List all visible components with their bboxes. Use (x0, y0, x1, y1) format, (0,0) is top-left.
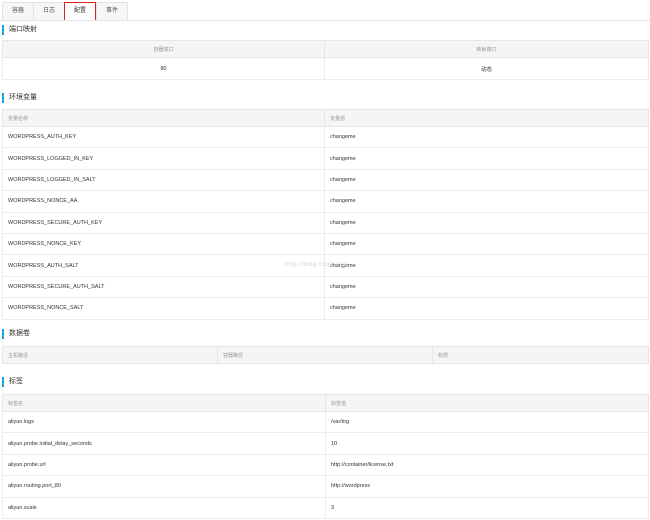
env-table: 变量名称 变量值 WORDPRESS_AUTH_KEY changeme WORDP… (2, 109, 649, 320)
table-cell-value: changeme (324, 297, 649, 320)
table-cell-name: aliyun.logs (2, 410, 326, 434)
table-cell-value: http://wordpress (325, 475, 649, 498)
tab-containers[interactable]: 容器 (2, 2, 34, 21)
table-row: WORDPRESS_NONCE_AA changeme (2, 190, 649, 213)
table-row: aliyun.scale 3 (2, 496, 649, 519)
tab-config[interactable]: 配置 (64, 2, 97, 21)
volumes-table: 主机路径 容器路径 权限 (2, 346, 649, 364)
table-cell-name: aliyun.probe.initial_delay_seconds (2, 432, 326, 455)
table-row: aliyun.logs/var/log (2, 410, 649, 434)
section-title-ports: 端口映射 (2, 25, 37, 35)
table-row: WORDPRESS_NONCE_KEY changeme (2, 232, 649, 256)
table-cell-name: aliyun.scale (2, 496, 326, 519)
table-cell: 80 (2, 57, 325, 80)
table-row: WORDPRESS_LOGGED_IN_SALT changeme (2, 168, 649, 192)
table-cell-value: /var/log (325, 410, 649, 434)
table-cell-value: changeme (324, 190, 649, 213)
tab-events[interactable]: 事件 (96, 2, 129, 21)
table-cell-value: http://container/license.txt (325, 453, 649, 477)
table-cell-value: changeme (324, 125, 649, 149)
table-cell-name: WORDPRESS_NONCE_SALT (2, 297, 325, 320)
table-cell-value: changeme (324, 254, 649, 277)
table-cell-name: WORDPRESS_SECURE_AUTH_KEY (2, 211, 325, 234)
table-row: WORDPRESS_LOGGED_IN_KEY changeme (2, 147, 649, 170)
table-cell-value: changeme (324, 275, 649, 299)
table-cell-name: WORDPRESS_AUTH_KEY (2, 125, 325, 149)
table-cell-value: changeme (324, 147, 649, 170)
table-cell-value: 3 (325, 496, 649, 519)
section-title-volumes: 数据卷 (2, 329, 30, 339)
table-row: aliyun.routing.port_80 http://wordpress (2, 475, 649, 498)
column-header-label-name: 标签名 (2, 394, 326, 412)
column-header-var-name: 变量名称 (2, 109, 325, 127)
table-cell-value: changeme (324, 211, 649, 234)
column-header-label-value: 标签值 (325, 394, 649, 412)
table-cell-value: 10 (325, 432, 649, 455)
column-header-container-port: 容器端口 (2, 40, 325, 58)
table-row: WORDPRESS_NONCE_SALT changeme (2, 297, 649, 320)
table-row: WORDPRESS_SECURE_AUTH_SALT changeme (2, 275, 649, 299)
table-row: aliyun.probe.initial_delay_seconds 10 (2, 432, 649, 455)
column-header-permission: 权限 (432, 346, 649, 364)
table-row: 80 动态 (2, 57, 649, 80)
table-cell-value: changeme (324, 232, 649, 256)
section-title-labels: 标签 (2, 377, 23, 387)
labels-table: 标签名 标签值 aliyun.logs/var/log aliyun.probe.… (2, 394, 649, 519)
column-header-container-path: 容器路径 (217, 346, 433, 364)
tab-bar: 容器 日志 配置 事件 (2, 2, 129, 21)
table-cell-name: WORDPRESS_AUTH_SALT (2, 254, 325, 277)
table-row: aliyun.probe.url http://container/license… (2, 453, 649, 477)
column-header-mapped-port: 映射端口 (324, 40, 649, 58)
table-cell-name: aliyun.routing.port_80 (2, 475, 326, 498)
table-cell-name: WORDPRESS_LOGGED_IN_KEY (2, 147, 325, 170)
table-cell-value: changeme (324, 168, 649, 192)
table-cell: 动态 (324, 57, 649, 80)
column-header-var-value: 变量值 (324, 109, 649, 127)
ports-table: 容器端口 映射端口 80 动态 (2, 40, 649, 80)
column-header-host-path: 主机路径 (2, 346, 218, 364)
tab-divider (0, 20, 650, 21)
tab-logs[interactable]: 日志 (33, 2, 65, 21)
table-cell-name: WORDPRESS_LOGGED_IN_SALT (2, 168, 325, 192)
table-cell-name: WORDPRESS_SECURE_AUTH_SALT (2, 275, 325, 299)
section-title-env: 环境变量 (2, 93, 37, 103)
table-row: WORDPRESS_SECURE_AUTH_KEY changeme (2, 211, 649, 234)
table-cell-name: aliyun.probe.url (2, 453, 326, 477)
watermark: http://blog.csdn.net/ (285, 262, 348, 268)
table-cell-name: WORDPRESS_NONCE_KEY (2, 232, 325, 256)
table-cell-name: WORDPRESS_NONCE_AA (2, 190, 325, 213)
table-row: WORDPRESS_AUTH_KEY changeme (2, 125, 649, 149)
